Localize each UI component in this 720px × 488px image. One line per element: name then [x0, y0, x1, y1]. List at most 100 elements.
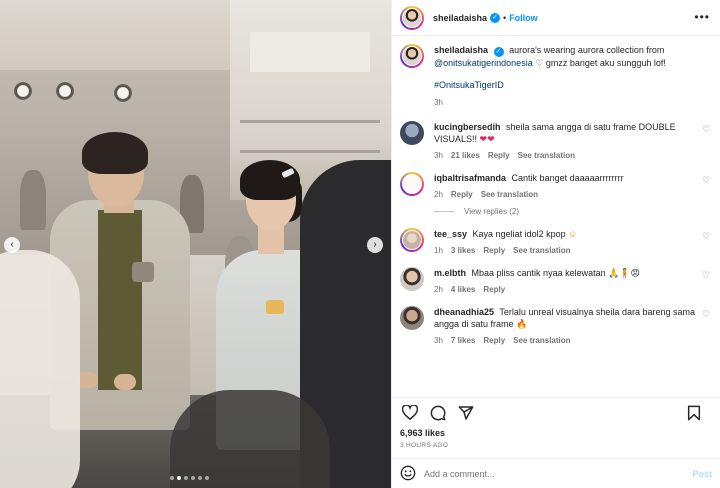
carousel-dot [184, 476, 188, 480]
background-person [20, 170, 46, 230]
caption-text-part2: gmzz banget aku sungguh lof! [545, 57, 666, 68]
comment-item: dheanadhia25 Terlalu unreal visualnya sh… [400, 305, 712, 345]
comment-emoji: 🔥 [516, 318, 528, 329]
commenter-username[interactable]: tee_ssy [434, 229, 467, 239]
foreground-blur [170, 390, 330, 488]
likes-count[interactable]: 6,963 likes [392, 428, 720, 440]
add-comment-bar: Post [392, 458, 720, 488]
author-avatar[interactable] [400, 44, 424, 68]
photo-shelf [240, 120, 380, 123]
more-icon[interactable]: ••• [694, 11, 710, 23]
see-translation-button[interactable]: See translation [513, 246, 570, 255]
like-comment-icon[interactable]: ♡ [702, 231, 710, 241]
commenter-username[interactable]: dheanadhia25 [434, 307, 494, 317]
see-translation-button[interactable]: See translation [518, 151, 575, 160]
verified-badge-icon: ✓ [490, 12, 501, 23]
carousel-dot-active [177, 476, 181, 480]
sweater-logo [266, 300, 284, 314]
replies-line [434, 210, 454, 212]
reply-button[interactable]: Reply [451, 190, 473, 199]
add-comment-input[interactable] [424, 468, 693, 479]
ceiling-lamp [110, 80, 136, 106]
carousel-dot [198, 476, 202, 480]
comment-time[interactable]: 2h [434, 190, 443, 199]
commenter-username[interactable]: m.elbth [434, 268, 466, 278]
comment-likes[interactable]: 3 likes [451, 246, 475, 255]
header-separator: • [503, 12, 507, 23]
commenter-avatar[interactable] [400, 227, 424, 252]
commenter-username[interactable]: iqbaltrisafmanda [434, 173, 506, 183]
comment-text: Kaya ngeliat idol2 kpop [472, 228, 566, 239]
reply-button[interactable]: Reply [483, 336, 505, 345]
see-translation-button[interactable]: See translation [481, 190, 538, 199]
previous-slide-button[interactable]: ‹ [4, 237, 20, 253]
like-comment-icon[interactable]: ♡ [702, 309, 710, 319]
comment-time[interactable]: 3h [434, 151, 443, 160]
commenter-avatar[interactable] [400, 120, 424, 145]
man-hair [82, 132, 148, 174]
comment-time[interactable]: 2h [434, 285, 443, 294]
comment-likes[interactable]: 4 likes [451, 285, 475, 294]
post-timestamp[interactable]: 3 HOURS AGO [392, 442, 720, 452]
comment-icon[interactable] [428, 403, 448, 423]
comment-time[interactable]: 3h [434, 336, 443, 345]
comment-emoji: ❤❤ [479, 133, 495, 144]
comment-text: Cantik banget daaaaarrrrrrrr [511, 172, 624, 183]
comment-likes[interactable]: 21 likes [451, 151, 480, 160]
like-comment-icon[interactable]: ♡ [702, 270, 710, 280]
caption-username[interactable]: sheiladaisha [434, 45, 488, 55]
commenter-avatar[interactable] [400, 305, 424, 330]
emoji-icon[interactable] [400, 465, 416, 483]
photo-shelf [240, 150, 380, 153]
view-replies-label: View replies (2) [464, 206, 519, 216]
foreground-blur [0, 250, 80, 488]
instagram-post: ‹ › sheiladaisha ✓ • Follow ••• sheilada… [0, 0, 720, 488]
caption-time[interactable]: 3h [434, 98, 443, 107]
commenter-username[interactable]: kucingbersedih [434, 122, 501, 132]
caption: sheiladaisha ✓ aurora's wearing aurora c… [400, 44, 712, 107]
caption-hashtag[interactable]: #OnitsukaTigerID [434, 80, 504, 90]
post-header: sheiladaisha ✓ • Follow ••• [392, 0, 720, 36]
carousel-dot [191, 476, 195, 480]
commenter-avatar[interactable] [400, 171, 424, 196]
follow-button[interactable]: Follow [509, 13, 538, 23]
author-username[interactable]: sheiladaisha [433, 13, 487, 23]
caption-text-part1: aurora's wearing aurora collection from [509, 45, 665, 55]
comment-text: Mbaa pliss cantik nyaa kelewatan [471, 267, 606, 278]
woman-hair [240, 160, 300, 200]
jacket-patch [132, 262, 154, 282]
comment-emoji: ☺ [568, 228, 578, 239]
comment-time[interactable]: 1h [434, 246, 443, 255]
reply-button[interactable]: Reply [483, 285, 505, 294]
reply-button[interactable]: Reply [488, 151, 510, 160]
commenter-avatar[interactable] [400, 266, 424, 291]
view-replies-button[interactable]: View replies (2) [434, 207, 712, 216]
caption-mention[interactable]: @onitsukatigerindonesia [434, 58, 533, 68]
like-comment-icon[interactable]: ♡ [702, 175, 710, 185]
verified-badge-icon: ✓ [493, 46, 504, 57]
author-avatar[interactable] [400, 5, 424, 30]
like-icon[interactable] [400, 403, 420, 423]
bookmark-icon[interactable] [684, 403, 704, 423]
post-comment-button[interactable]: Post [692, 469, 712, 479]
man-hand [114, 374, 136, 390]
post-sidebar: sheiladaisha ✓ • Follow ••• sheiladaisha… [391, 0, 720, 488]
share-icon[interactable] [456, 403, 476, 423]
comment-item: tee_ssy Kaya ngeliat idol2 kpop ☺ 1h 3 l… [400, 227, 712, 255]
comment-item: m.elbth Mbaa pliss cantik nyaa kelewatan… [400, 266, 712, 294]
carousel-dot [170, 476, 174, 480]
ceiling-lamp [52, 78, 78, 104]
ceiling-lamp [10, 78, 36, 104]
see-translation-button[interactable]: See translation [513, 336, 570, 345]
photo-store-sign [250, 32, 370, 72]
post-actions [392, 397, 720, 427]
reply-button[interactable]: Reply [483, 246, 505, 255]
like-comment-icon[interactable]: ♡ [702, 124, 710, 134]
comment-likes[interactable]: 7 likes [451, 336, 475, 345]
caption-text: sheiladaisha ✓ aurora's wearing aurora c… [434, 44, 698, 69]
next-slide-button[interactable]: › [367, 237, 383, 253]
comment-item: kucingbersedih sheila sama angga di satu… [400, 120, 712, 160]
post-photo[interactable]: ‹ › [0, 0, 391, 488]
carousel-indicator [170, 476, 209, 480]
comments-list[interactable]: sheiladaisha ✓ aurora's wearing aurora c… [392, 36, 720, 397]
